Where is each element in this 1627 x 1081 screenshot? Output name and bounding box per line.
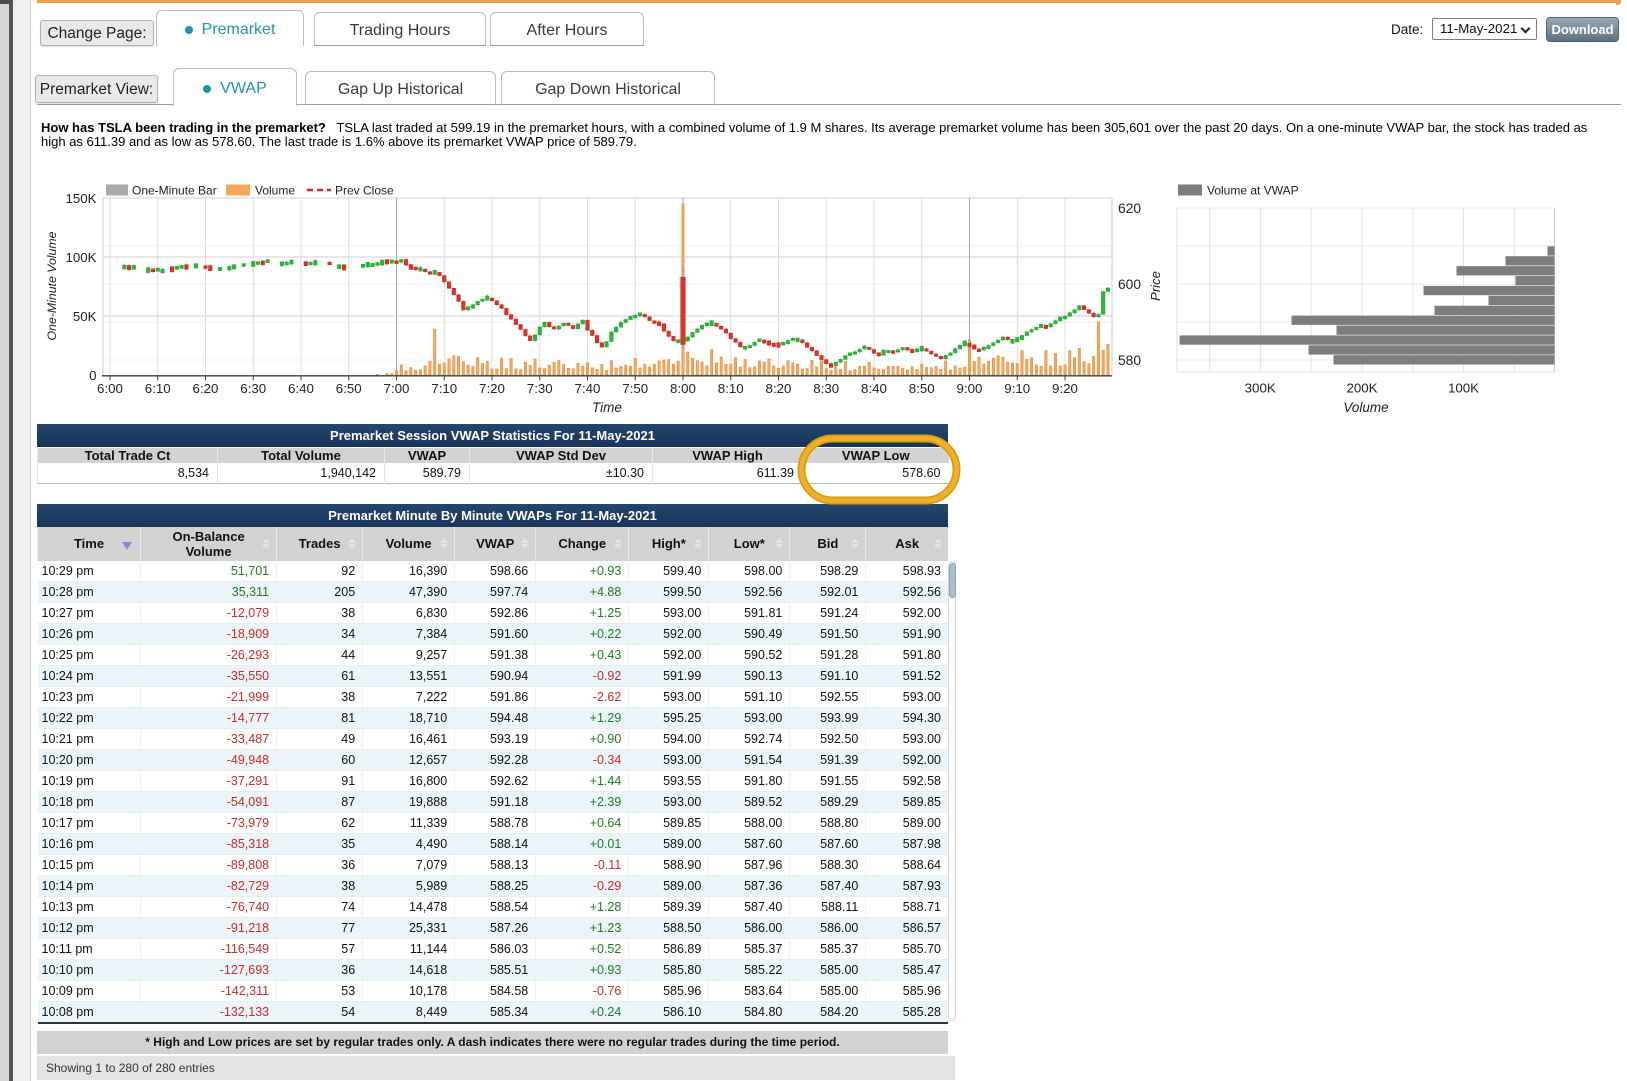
svg-text:100K: 100K (65, 250, 96, 265)
svg-text:100K: 100K (1448, 381, 1479, 396)
svg-text:Prev Close: Prev Close (335, 184, 394, 198)
svg-text:300K: 300K (1245, 381, 1276, 396)
svg-text:8:10: 8:10 (718, 381, 744, 396)
svg-text:9:20: 9:20 (1052, 381, 1078, 396)
svg-text:8:00: 8:00 (670, 381, 696, 396)
svg-text:6:40: 6:40 (288, 381, 314, 396)
svg-text:6:30: 6:30 (240, 381, 266, 396)
svg-text:6:10: 6:10 (145, 381, 171, 396)
svg-text:8:20: 8:20 (766, 381, 792, 396)
svg-text:Volume: Volume (255, 184, 295, 198)
svg-text:8:40: 8:40 (861, 381, 887, 396)
svg-text:9:10: 9:10 (1004, 381, 1030, 396)
svg-text:One-Minute Volume: One-Minute Volume (45, 231, 59, 340)
svg-text:7:30: 7:30 (527, 381, 553, 396)
svg-text:9:00: 9:00 (957, 381, 983, 396)
svg-text:580: 580 (1118, 353, 1141, 368)
svg-text:7:10: 7:10 (431, 381, 457, 396)
svg-text:Volume: Volume (1343, 400, 1388, 415)
svg-text:8:50: 8:50 (909, 381, 935, 396)
svg-text:7:20: 7:20 (479, 381, 505, 396)
svg-text:Volume at VWAP: Volume at VWAP (1207, 184, 1299, 198)
svg-text:7:40: 7:40 (575, 381, 601, 396)
svg-text:7:50: 7:50 (622, 381, 648, 396)
svg-text:6:00: 6:00 (97, 381, 123, 396)
svg-text:Price: Price (1148, 271, 1163, 301)
svg-text:6:50: 6:50 (336, 381, 362, 396)
svg-text:0: 0 (89, 368, 96, 383)
svg-text:150K: 150K (65, 191, 96, 206)
svg-text:One-Minute Bar: One-Minute Bar (132, 184, 217, 198)
svg-text:Time: Time (592, 400, 622, 415)
svg-text:8:30: 8:30 (813, 381, 839, 396)
svg-text:200K: 200K (1346, 381, 1377, 396)
svg-text:50K: 50K (73, 309, 97, 324)
svg-text:620: 620 (1118, 201, 1141, 216)
svg-text:7:00: 7:00 (384, 381, 410, 396)
svg-text:6:20: 6:20 (193, 381, 219, 396)
svg-text:600: 600 (1118, 277, 1141, 292)
